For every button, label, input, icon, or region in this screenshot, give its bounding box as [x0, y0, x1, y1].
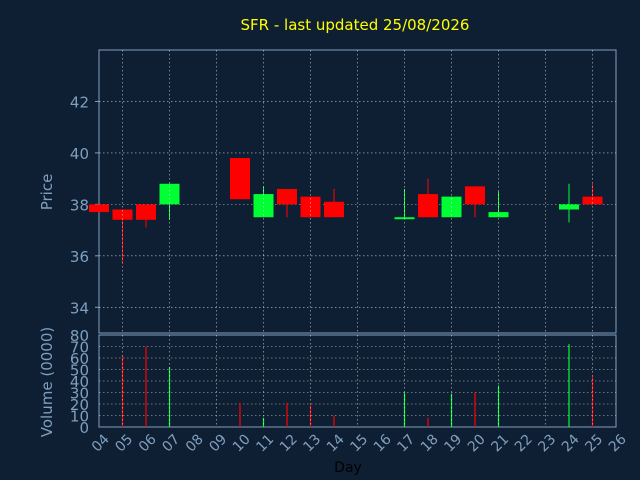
candle-body	[89, 204, 109, 213]
day-tick-label: 11	[253, 431, 277, 455]
volume-axis-label: Volume (0000)	[38, 327, 56, 437]
volume-plot-frame	[98, 334, 617, 428]
day-tick-label: 07	[159, 431, 183, 455]
day-tick-label: 18	[418, 431, 442, 455]
candle-body	[324, 201, 344, 218]
candles	[89, 158, 603, 264]
day-tick-label: 12	[277, 431, 301, 455]
day-tick-label: 05	[112, 431, 136, 455]
price-axis-label: Price	[38, 174, 56, 211]
volume-tick-label: 80	[70, 327, 89, 345]
candle-body	[230, 158, 250, 200]
candle-body	[253, 194, 274, 218]
day-tick-label: 24	[559, 431, 583, 455]
day-tick-label: 13	[300, 431, 324, 455]
day-grid	[122, 50, 593, 427]
day-tick-label: 20	[465, 431, 489, 455]
day-axis-label: Day	[334, 460, 362, 476]
day-tick-label: 08	[183, 431, 207, 455]
price-panel: 34 36 38 40 42 Price	[38, 49, 617, 334]
day-axis-ticks: 04 05 06 07 08 09 10 11 12 13 14 15 16 17 18 19 20 21 22 23…	[89, 431, 630, 455]
price-tick-label: 42	[70, 93, 89, 111]
day-tick-label: 25	[582, 431, 606, 455]
price-tick-label: 40	[70, 145, 89, 163]
day-tick-label: 19	[441, 431, 465, 455]
day-tick-label: 09	[206, 431, 230, 455]
day-tick-label: 16	[371, 431, 395, 455]
candle-body	[465, 186, 485, 205]
candle-body	[136, 204, 156, 220]
volume-panel: 01020304050607080 Volume (0000)	[38, 327, 617, 437]
stock-chart: SFR - last updated 25/08/2026 34 36 38 40 42…	[38, 16, 630, 476]
day-tick-label: 23	[535, 431, 559, 455]
price-tick-label: 38	[70, 196, 89, 214]
chart-title: SFR - last updated 25/08/2026	[241, 16, 470, 34]
day-tick-label: 10	[230, 431, 254, 455]
day-tick-label: 22	[512, 431, 536, 455]
candle-body	[559, 204, 579, 210]
price-grid	[99, 101, 616, 308]
day-tick-label: 17	[394, 431, 418, 455]
volume-bars	[121, 344, 594, 427]
day-tick-label: 14	[324, 431, 348, 455]
candle-body	[418, 194, 438, 218]
day-tick-label: 06	[136, 431, 160, 455]
volume-grid	[99, 346, 616, 416]
day-tick-label: 15	[347, 431, 371, 455]
day-tick-label: 21	[488, 431, 512, 455]
price-tick-label: 36	[70, 248, 89, 266]
volume-axis-ticks: 01020304050607080	[70, 327, 89, 437]
day-tick-label: 04	[89, 431, 113, 455]
price-tick-label: 34	[70, 299, 89, 317]
day-tick-label: 26	[606, 431, 630, 455]
candle-body	[277, 188, 297, 205]
